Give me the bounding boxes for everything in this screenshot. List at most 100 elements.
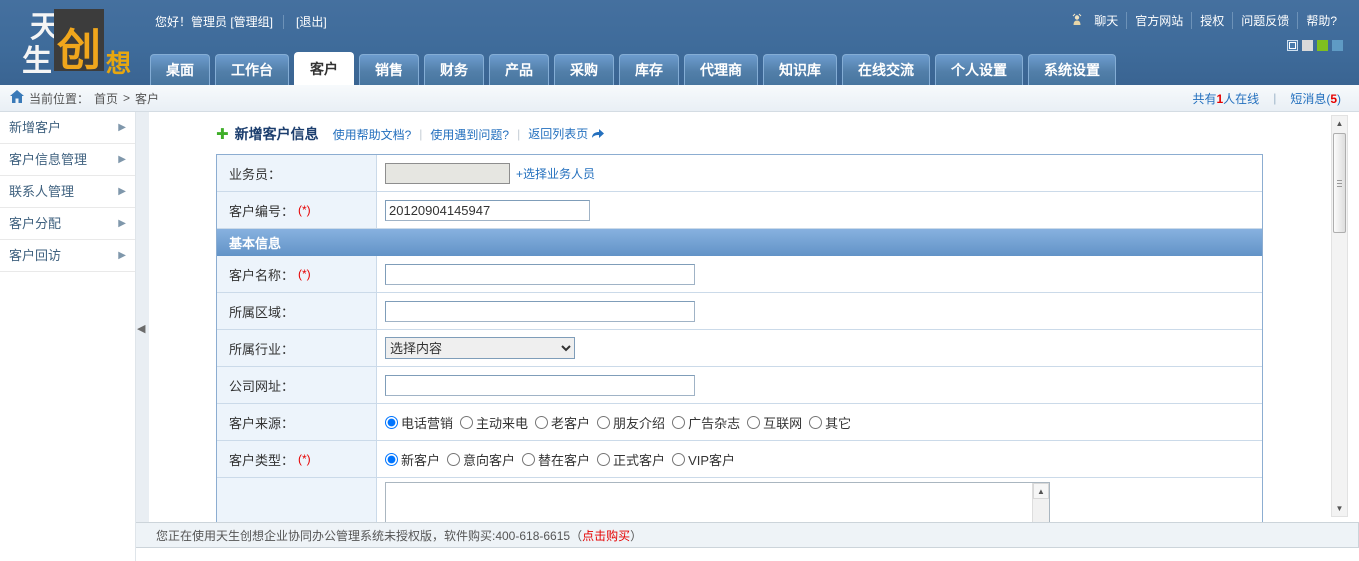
sidebar-item-customer-assign[interactable]: 客户分配 ▶ <box>0 208 135 240</box>
customer-no-input[interactable] <box>385 199 590 221</box>
field-label <box>217 478 377 522</box>
top-link-chat[interactable]: 聊天 <box>1086 12 1126 29</box>
license-text-end: ） <box>630 528 643 543</box>
chevron-right-icon: ▶ <box>118 153 126 165</box>
salesman-input[interactable] <box>385 162 510 184</box>
customer-name-input[interactable] <box>385 263 695 285</box>
tab-system-settings[interactable]: 系统设置 <box>1028 54 1116 85</box>
tab-inventory[interactable]: 库存 <box>619 54 679 85</box>
radio-type-intent-customer[interactable]: 意向客户 <box>447 450 515 469</box>
form-row-website: 公司网址： <box>217 367 1262 404</box>
radio-source-ad-magazine[interactable]: 广告杂志 <box>672 413 740 432</box>
website-input[interactable] <box>385 374 695 396</box>
field-label: 业务员： <box>217 155 377 191</box>
status-links: 共有1人在线 | 短消息(5) <box>1192 90 1341 107</box>
theme-swatch-lightblue[interactable] <box>1332 40 1343 51</box>
form-row-industry: 所属行业： 选择内容 <box>217 330 1262 367</box>
theme-swatch-gray[interactable] <box>1302 40 1313 51</box>
industry-select[interactable]: 选择内容 <box>385 337 575 359</box>
logout-link[interactable]: [退出] <box>283 15 327 29</box>
content-area: 新增客户 ▶ 客户信息管理 ▶ 联系人管理 ▶ 客户分配 ▶ 客户回访 ▶ ◀ <box>0 112 1359 561</box>
tab-online-chat[interactable]: 在线交流 <box>842 54 930 85</box>
tab-agent[interactable]: 代理商 <box>684 54 758 85</box>
field-label: 客户编号： (*) <box>217 192 377 228</box>
chevron-right-icon: ▶ <box>118 249 126 261</box>
form-row-customer-name: 客户名称： (*) <box>217 256 1262 293</box>
scroll-up-icon[interactable]: ▲ <box>1033 483 1049 499</box>
license-footer: 您正在使用天生创想企业协同办公管理系统未授权版，软件购买:400-618-661… <box>136 522 1359 548</box>
chevron-right-icon: ▶ <box>118 185 126 197</box>
logo-char: 生 <box>22 45 52 78</box>
customer-source-radios: 电话营销 主动来电 老客户 朋友介绍 广告杂志 互联网 其它 <box>377 404 1262 440</box>
scrollbar-thumb[interactable] <box>1333 133 1346 233</box>
radio-type-formal-customer[interactable]: 正式客户 <box>597 450 665 469</box>
message-count: 5 <box>1330 91 1337 106</box>
short-message-link[interactable]: 短消息(5) <box>1290 90 1341 107</box>
buy-now-link[interactable]: 点击购买 <box>582 527 630 544</box>
problem-link[interactable]: 使用遇到问题? <box>430 126 509 143</box>
field-label: 客户来源： <box>217 404 377 440</box>
top-link-official-site[interactable]: 官方网站 <box>1126 12 1191 29</box>
top-link-license[interactable]: 授权 <box>1191 12 1232 29</box>
field-label: 客户类型： (*) <box>217 441 377 477</box>
scrollbar-grip <box>1337 180 1342 188</box>
theme-swatch-blue-selected[interactable] <box>1287 40 1298 51</box>
tab-knowledge[interactable]: 知识库 <box>763 54 837 85</box>
field-label: 所属行业： <box>217 330 377 366</box>
bottom-spacer <box>136 548 1359 561</box>
radio-source-internet[interactable]: 互联网 <box>747 413 802 432</box>
sidebar-item-customer-info-mgmt[interactable]: 客户信息管理 ▶ <box>0 144 135 176</box>
tab-personal-settings[interactable]: 个人设置 <box>935 54 1023 85</box>
theme-swatch-green[interactable] <box>1317 40 1328 51</box>
sidebar-item-customer-callback[interactable]: 客户回访 ▶ <box>0 240 135 272</box>
radio-source-old-customer[interactable]: 老客户 <box>535 413 590 432</box>
textarea-scrollbar[interactable]: ▲ <box>1032 483 1049 522</box>
back-to-list-link[interactable]: 返回列表页 <box>528 125 605 143</box>
radio-type-new-customer[interactable]: 新客户 <box>385 450 440 469</box>
customer-form: 业务员： +选择业务人员 客户编号： (*) 20120904145947 基本… <box>216 154 1263 522</box>
sidebar: 新增客户 ▶ 客户信息管理 ▶ 联系人管理 ▶ 客户分配 ▶ 客户回访 ▶ <box>0 112 136 561</box>
tab-finance[interactable]: 财务 <box>424 54 484 85</box>
sidebar-item-contact-mgmt[interactable]: 联系人管理 ▶ <box>0 176 135 208</box>
main-scrollbar[interactable]: ▲ ▼ <box>1331 115 1348 517</box>
help-doc-link[interactable]: 使用帮助文档? <box>333 126 412 143</box>
tab-purchase[interactable]: 采购 <box>554 54 614 85</box>
sidebar-item-add-customer[interactable]: 新增客户 ▶ <box>0 112 135 144</box>
chevron-right-icon: ▶ <box>118 217 126 229</box>
divider: | <box>419 127 423 141</box>
logo-char: 想 <box>106 50 132 78</box>
radio-type-potential-customer[interactable]: 替在客户 <box>522 450 590 469</box>
logo-char: 创 <box>57 26 101 75</box>
customer-type-radios: 新客户 意向客户 替在客户 正式客户 VIP客户 <box>377 441 1262 477</box>
tab-customer[interactable]: 客户 <box>294 52 354 85</box>
tab-desktop[interactable]: 桌面 <box>150 54 210 85</box>
radio-type-vip-customer[interactable]: VIP客户 <box>672 450 735 469</box>
user-greeting: 您好！管理员 [管理组] <box>155 15 274 29</box>
radio-source-other[interactable]: 其它 <box>809 413 851 432</box>
remark-textarea[interactable]: ▲ <box>385 482 1050 522</box>
sidebar-collapse-icon[interactable]: ◀ <box>137 322 145 335</box>
divider: | <box>517 127 521 141</box>
top-link-help[interactable]: 帮助? <box>1297 12 1345 29</box>
online-count-link[interactable]: 共有1人在线 <box>1192 90 1259 107</box>
top-link-feedback[interactable]: 问题反馈 <box>1232 12 1297 29</box>
radio-source-inbound-call[interactable]: 主动来电 <box>460 413 528 432</box>
curved-arrow-icon <box>591 129 605 143</box>
breadcrumb-home[interactable]: 首页 <box>94 90 118 107</box>
radio-source-friend-referral[interactable]: 朋友介绍 <box>597 413 665 432</box>
breadcrumb-current[interactable]: 客户 <box>135 90 159 107</box>
tab-product[interactable]: 产品 <box>489 54 549 85</box>
select-salesman-link[interactable]: +选择业务人员 <box>516 165 595 182</box>
divider: | <box>1273 91 1277 105</box>
form-row-salesman: 业务员： +选择业务人员 <box>217 155 1262 192</box>
tab-sales[interactable]: 销售 <box>359 54 419 85</box>
scroll-down-icon[interactable]: ▼ <box>1332 501 1347 516</box>
section-header-basic-info: 基本信息 <box>217 229 1262 256</box>
scroll-up-icon[interactable]: ▲ <box>1332 116 1347 131</box>
region-input[interactable] <box>385 300 695 322</box>
radio-source-phone-marketing[interactable]: 电话营销 <box>385 413 453 432</box>
form-row-remark: ▲ <box>217 478 1262 522</box>
tab-workbench[interactable]: 工作台 <box>215 54 289 85</box>
required-mark: (*) <box>298 267 311 281</box>
form-row-customer-source: 客户来源： 电话营销 主动来电 老客户 朋友介绍 广告杂志 互联网 其它 <box>217 404 1262 441</box>
